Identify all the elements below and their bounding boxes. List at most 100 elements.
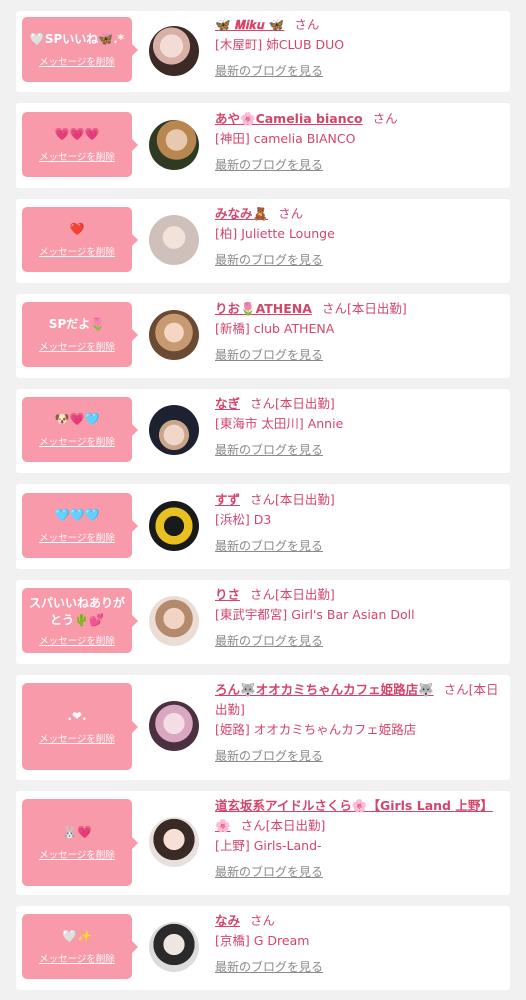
shop-label: [木屋町] 姉CLUB DUO <box>215 37 345 52</box>
message-bubble: .❤︎. メッセージを削除 <box>22 683 138 770</box>
cast-name-link[interactable]: すず <box>215 492 240 507</box>
avatar[interactable] <box>149 922 199 972</box>
cast-name-link[interactable]: りさ <box>215 587 240 602</box>
san-label: さん <box>372 111 398 126</box>
status-label: [本日出勤] <box>275 396 335 411</box>
cast-name-link[interactable]: 🦋 𝑴𝒊𝒌𝒖 🦋 <box>215 17 284 32</box>
shop-label: [上野] Girls-Land- <box>215 838 322 853</box>
list-item: ❤️ メッセージを削除 みなみ🧸 さん [柏] Juliette Lounge 最… <box>16 199 510 283</box>
item-info: みなみ🧸 さん [柏] Juliette Lounge 最新のブログを見る <box>215 204 500 270</box>
san-label: さん <box>250 492 276 507</box>
shop-label: [東海市 太田川] Annie <box>215 416 344 431</box>
cast-name-link[interactable]: なみ <box>215 913 240 928</box>
list-item: .❤︎. メッセージを削除 ろん🐺オオカミちゃんカフェ姫路店🐺 さん[本日出勤] … <box>16 675 510 780</box>
message-text: 💗💗💗 <box>54 127 100 141</box>
delete-message-link[interactable]: メッセージを削除 <box>39 951 115 965</box>
status-label: [本日出勤] <box>275 492 335 507</box>
message-bubble: 💗💗💗 メッセージを削除 <box>22 112 138 177</box>
latest-blog-link[interactable]: 最新のブログを見る <box>215 345 323 365</box>
cast-name-link[interactable]: あや🌸Camelia bianco <box>215 111 363 126</box>
status-label: [本日出勤] <box>275 587 335 602</box>
delete-message-link[interactable]: メッセージを削除 <box>39 339 115 353</box>
cast-name-link[interactable]: みなみ🧸 <box>215 206 268 221</box>
list-item: 🤍SPいいね🦋.* メッセージを削除 🦋 𝑴𝒊𝒌𝒖 🦋 さん [木屋町] 姉CLU… <box>16 11 510 92</box>
delete-message-link[interactable]: メッセージを削除 <box>39 530 115 544</box>
message-bubble: スパいいねありがとう🌵💕 メッセージを削除 <box>22 588 138 653</box>
cast-name-link[interactable]: りお🌷ATHENA <box>215 301 312 316</box>
shop-label: [新橋] club ATHENA <box>215 321 335 336</box>
delete-message-link[interactable]: メッセージを削除 <box>39 149 115 163</box>
delete-message-link[interactable]: メッセージを削除 <box>39 434 115 448</box>
message-bubble: 🤍✨ メッセージを削除 <box>22 914 138 979</box>
delete-message-link[interactable]: メッセージを削除 <box>39 244 115 258</box>
list-item: SPだよ🌷 メッセージを削除 りお🌷ATHENA さん[本日出勤] [新橋] cl… <box>16 294 510 378</box>
message-bubble: 🩵🩵🩵 メッセージを削除 <box>22 493 138 558</box>
delete-message-link[interactable]: メッセージを削除 <box>39 847 115 861</box>
message-text: 🐶💗🩵 <box>54 412 100 426</box>
message-text: スパいいねありがとう🌵💕 <box>28 595 125 627</box>
latest-blog-link[interactable]: 最新のブログを見る <box>215 250 323 270</box>
item-info: すず さん[本日出勤] [浜松] D3 最新のブログを見る <box>215 490 500 556</box>
shop-label: [浜松] D3 <box>215 512 272 527</box>
shop-label: [東武宇都宮] Girl's Bar Asian Doll <box>215 607 415 622</box>
item-info: 道玄坂系アイドルさくら🌸【Girls Land 上野】🌸 さん[本日出勤] [上野… <box>215 796 500 882</box>
san-label: さん <box>321 301 347 316</box>
avatar[interactable] <box>149 701 199 751</box>
san-label: さん <box>443 682 469 697</box>
item-info: なぎ さん[本日出勤] [東海市 太田川] Annie 最新のブログを見る <box>215 394 500 460</box>
avatar[interactable] <box>149 310 199 360</box>
list-item: 💗💗💗 メッセージを削除 あや🌸Camelia bianco さん [神田] ca… <box>16 103 510 188</box>
message-text: SPだよ🌷 <box>48 317 106 331</box>
latest-blog-link[interactable]: 最新のブログを見る <box>215 957 323 977</box>
avatar[interactable] <box>149 501 199 551</box>
avatar[interactable] <box>149 817 199 867</box>
item-info: りさ さん[本日出勤] [東武宇都宮] Girl's Bar Asian Doll… <box>215 585 500 651</box>
list-item: 🤍✨ メッセージを削除 なみ さん [京橋] G Dream 最新のブログを見る <box>16 906 510 990</box>
delete-message-link[interactable]: メッセージを削除 <box>39 731 115 745</box>
message-bubble: ❤️ メッセージを削除 <box>22 207 138 272</box>
list-item: 🐰💗 メッセージを削除 道玄坂系アイドルさくら🌸【Girls Land 上野】🌸… <box>16 791 510 895</box>
message-bubble: 🐶💗🩵 メッセージを削除 <box>22 397 138 462</box>
list-item: 🐶💗🩵 メッセージを削除 なぎ さん[本日出勤] [東海市 太田川] Annie … <box>16 389 510 473</box>
shop-label: [柏] Juliette Lounge <box>215 226 335 241</box>
message-text: 🤍✨ <box>62 929 92 943</box>
latest-blog-link[interactable]: 最新のブログを見る <box>215 746 323 766</box>
avatar[interactable] <box>149 120 199 170</box>
latest-blog-link[interactable]: 最新のブログを見る <box>215 155 323 175</box>
san-label: さん <box>250 913 276 928</box>
message-text: .❤︎. <box>67 709 87 723</box>
cast-name-link[interactable]: なぎ <box>215 396 240 411</box>
avatar[interactable] <box>149 596 199 646</box>
notification-list: 🤍SPいいね🦋.* メッセージを削除 🦋 𝑴𝒊𝒌𝒖 🦋 さん [木屋町] 姉CLU… <box>0 0 526 990</box>
san-label: さん <box>294 17 320 32</box>
latest-blog-link[interactable]: 最新のブログを見る <box>215 631 323 651</box>
avatar[interactable] <box>149 26 199 76</box>
item-info: 🦋 𝑴𝒊𝒌𝒖 🦋 さん [木屋町] 姉CLUB DUO 最新のブログを見る <box>215 15 500 81</box>
shop-label: [姫路] オオカミちゃんカフェ姫路店 <box>215 722 417 737</box>
latest-blog-link[interactable]: 最新のブログを見る <box>215 61 323 81</box>
item-info: りお🌷ATHENA さん[本日出勤] [新橋] club ATHENA 最新のブロ… <box>215 299 500 365</box>
san-label: さん <box>250 587 276 602</box>
message-bubble: 🤍SPいいね🦋.* メッセージを削除 <box>22 17 138 82</box>
message-text: 🩵🩵🩵 <box>54 508 100 522</box>
item-info: ろん🐺オオカミちゃんカフェ姫路店🐺 さん[本日出勤] [姫路] オオカミちゃんカフ… <box>215 680 500 766</box>
latest-blog-link[interactable]: 最新のブログを見る <box>215 440 323 460</box>
shop-label: [京橋] G Dream <box>215 933 310 948</box>
san-label: さん <box>278 206 304 221</box>
latest-blog-link[interactable]: 最新のブログを見る <box>215 862 323 882</box>
delete-message-link[interactable]: メッセージを削除 <box>39 54 115 68</box>
status-label: [本日出勤] <box>265 818 326 833</box>
message-bubble: 🐰💗 メッセージを削除 <box>22 799 138 886</box>
item-info: なみ さん [京橋] G Dream 最新のブログを見る <box>215 911 500 977</box>
message-text: 🤍SPいいね🦋.* <box>29 32 125 46</box>
shop-label: [神田] camelia BIANCO <box>215 131 356 146</box>
cast-name-link[interactable]: ろん🐺オオカミちゃんカフェ姫路店🐺 <box>215 682 434 697</box>
delete-message-link[interactable]: メッセージを削除 <box>39 633 115 647</box>
avatar[interactable] <box>149 405 199 455</box>
message-text: 🐰💗 <box>62 825 92 839</box>
list-item: 🩵🩵🩵 メッセージを削除 すず さん[本日出勤] [浜松] D3 最新のブログを見… <box>16 484 510 569</box>
latest-blog-link[interactable]: 最新のブログを見る <box>215 536 323 556</box>
list-item: スパいいねありがとう🌵💕 メッセージを削除 りさ さん[本日出勤] [東武宇都宮]… <box>16 580 510 664</box>
avatar[interactable] <box>149 215 199 265</box>
message-bubble: SPだよ🌷 メッセージを削除 <box>22 302 138 367</box>
